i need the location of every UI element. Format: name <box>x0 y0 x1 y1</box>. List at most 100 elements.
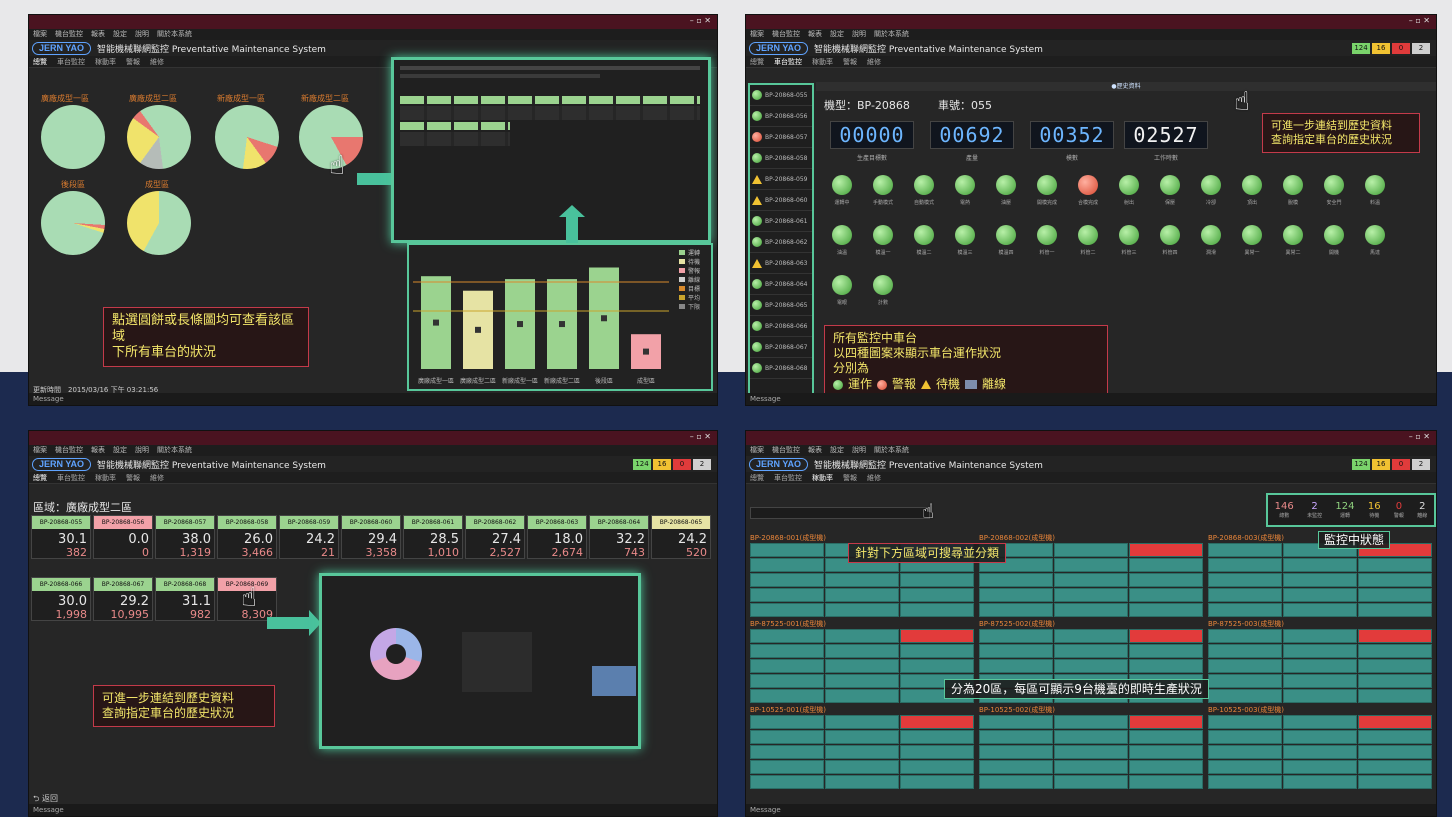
machine-card[interactable]: BP-20868-068 31.1 982 <box>155 577 215 621</box>
machine-card[interactable]: BP-20868-055 30.1 382 <box>31 515 91 559</box>
menu-item[interactable]: 說明 <box>852 446 866 454</box>
menu-item[interactable]: 設定 <box>113 30 127 38</box>
machine-status-cell[interactable] <box>900 629 974 643</box>
machine-status-cell[interactable] <box>1208 674 1282 688</box>
machine-list-item[interactable]: BP-20868-063 <box>750 253 812 274</box>
machine-list-item[interactable]: BP-20868-060 <box>750 190 812 211</box>
tab-monitor[interactable]: 車台監控 <box>57 57 85 67</box>
machine-status-cell[interactable] <box>1283 588 1357 602</box>
machine-status-cell[interactable] <box>1129 588 1203 602</box>
menu-item[interactable]: 說明 <box>852 30 866 38</box>
machine-status-cell[interactable] <box>825 573 899 587</box>
tab-monitor[interactable]: 車台監控 <box>57 473 85 483</box>
machine-status-cell[interactable] <box>1283 603 1357 617</box>
machine-status-cell[interactable] <box>1054 573 1128 587</box>
machine-status-cell[interactable] <box>1283 644 1357 658</box>
window-controls[interactable]: – ▫ ✕ <box>690 16 711 25</box>
machine-status-cell[interactable] <box>1358 644 1432 658</box>
machine-status-cell[interactable] <box>1129 644 1203 658</box>
tab-alarm[interactable]: 警報 <box>843 473 857 483</box>
tab-utilization[interactable]: 稼動率 <box>812 473 833 483</box>
tab-alarm[interactable]: 警報 <box>126 473 140 483</box>
machine-status-cell[interactable] <box>1208 760 1282 774</box>
machine-status-cell[interactable] <box>900 730 974 744</box>
machine-status-cell[interactable] <box>1129 745 1203 759</box>
tab-repair[interactable]: 維修 <box>867 473 881 483</box>
machine-list-item[interactable]: BP-20868-059 <box>750 169 812 190</box>
machine-list-item[interactable]: BP-20868-064 <box>750 274 812 295</box>
machine-status-cell[interactable] <box>1208 730 1282 744</box>
machine-list-item[interactable]: BP-20868-066 <box>750 316 812 337</box>
machine-status-cell[interactable] <box>1129 543 1203 557</box>
machine-list-item[interactable]: BP-20868-058 <box>750 148 812 169</box>
menu-item[interactable]: 設定 <box>830 30 844 38</box>
tab-utilization[interactable]: 稼動率 <box>812 57 833 67</box>
menu-item[interactable]: 報表 <box>91 30 105 38</box>
machine-status-cell[interactable] <box>825 715 899 729</box>
machine-status-cell[interactable] <box>1283 674 1357 688</box>
menu-item[interactable]: 檔案 <box>750 30 764 38</box>
area-pie-chart[interactable] <box>127 191 191 255</box>
machine-status-cell[interactable] <box>825 629 899 643</box>
menu-item[interactable]: 檔案 <box>750 446 764 454</box>
machine-status-cell[interactable] <box>979 730 1053 744</box>
tab-utilization[interactable]: 稼動率 <box>95 57 116 67</box>
machine-status-cell[interactable] <box>1358 558 1432 572</box>
area-bar-chart[interactable]: 廣廠成型一區 廣廠成型二區 新廠成型一區 新廠成型二區 後段區 成型區 運轉 待機 警報 離線 目標… <box>407 243 713 391</box>
machine-status-cell[interactable] <box>750 644 824 658</box>
tab-overview[interactable]: 總覽 <box>750 57 764 67</box>
machine-status-cell[interactable] <box>1283 760 1357 774</box>
tab-utilization[interactable]: 稼動率 <box>95 473 116 483</box>
menu-item[interactable]: 報表 <box>808 446 822 454</box>
machine-status-cell[interactable] <box>750 775 824 789</box>
machine-status-cell[interactable] <box>750 760 824 774</box>
machine-status-cell[interactable] <box>1208 659 1282 673</box>
machine-list-item[interactable]: BP-20868-061 <box>750 211 812 232</box>
machine-status-cell[interactable] <box>825 588 899 602</box>
menu-item[interactable]: 關於本系統 <box>874 446 909 454</box>
machine-status-cell[interactable] <box>979 644 1053 658</box>
machine-status-cell[interactable] <box>825 730 899 744</box>
machine-status-cell[interactable] <box>750 745 824 759</box>
machine-status-cell[interactable] <box>1054 730 1128 744</box>
machine-card[interactable]: BP-20868-063 18.0 2,674 <box>527 515 587 559</box>
tab-alarm[interactable]: 警報 <box>843 57 857 67</box>
tab-alarm[interactable]: 警報 <box>126 57 140 67</box>
menu-item[interactable]: 關於本系統 <box>157 30 192 38</box>
machine-status-cell[interactable] <box>1129 659 1203 673</box>
machine-status-cell[interactable] <box>1358 659 1432 673</box>
machine-status-cell[interactable] <box>900 573 974 587</box>
menu-item[interactable]: 機台監控 <box>55 446 83 454</box>
machine-card[interactable]: BP-20868-061 28.5 1,010 <box>403 515 463 559</box>
machine-status-cell[interactable] <box>1283 775 1357 789</box>
machine-status-cell[interactable] <box>1208 745 1282 759</box>
machine-status-cell[interactable] <box>750 674 824 688</box>
machine-status-cell[interactable] <box>979 603 1053 617</box>
machine-status-cell[interactable] <box>1283 715 1357 729</box>
area-pie-chart[interactable] <box>215 105 279 169</box>
machine-status-cell[interactable] <box>1358 588 1432 602</box>
machine-card[interactable]: BP-20868-066 30.0 1,998 <box>31 577 91 621</box>
machine-status-cell[interactable] <box>1054 558 1128 572</box>
machine-status-cell[interactable] <box>825 644 899 658</box>
machine-list-item[interactable]: BP-20868-065 <box>750 295 812 316</box>
machine-status-cell[interactable] <box>1283 689 1357 703</box>
machine-status-cell[interactable] <box>1283 629 1357 643</box>
machine-status-cell[interactable] <box>979 588 1053 602</box>
menu-item[interactable]: 檔案 <box>33 30 47 38</box>
machine-status-cell[interactable] <box>825 603 899 617</box>
machine-status-cell[interactable] <box>1358 730 1432 744</box>
menu-item[interactable]: 說明 <box>135 30 149 38</box>
machine-status-cell[interactable] <box>1283 730 1357 744</box>
machine-status-cell[interactable] <box>1054 629 1128 643</box>
machine-status-cell[interactable] <box>825 775 899 789</box>
machine-status-cell[interactable] <box>1054 659 1128 673</box>
machine-list-item[interactable]: BP-20868-067 <box>750 337 812 358</box>
menu-item[interactable]: 機台監控 <box>772 30 800 38</box>
machine-status-cell[interactable] <box>900 715 974 729</box>
menu-item[interactable]: 說明 <box>135 446 149 454</box>
machine-status-cell[interactable] <box>900 588 974 602</box>
area-pie-chart[interactable] <box>41 191 105 255</box>
machine-status-cell[interactable] <box>1208 588 1282 602</box>
machine-card[interactable]: BP-20868-067 29.2 10,995 <box>93 577 153 621</box>
